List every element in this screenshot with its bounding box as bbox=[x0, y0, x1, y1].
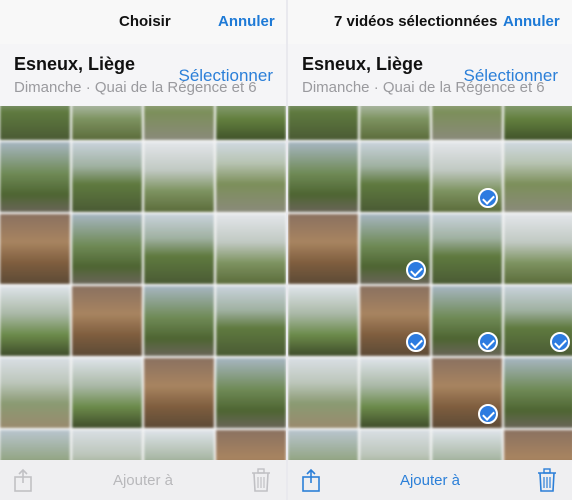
video-thumbnail[interactable] bbox=[504, 430, 572, 460]
video-thumbnail[interactable] bbox=[504, 358, 572, 428]
photo-picker-panel-left: Choisir Annuler Esneux, Liège Dimanche ·… bbox=[0, 0, 286, 500]
video-thumbnail[interactable] bbox=[288, 286, 358, 356]
thumbnail-grid bbox=[0, 106, 286, 460]
video-thumbnail[interactable] bbox=[216, 286, 286, 356]
checkmark-icon bbox=[550, 332, 570, 352]
nav-title: Choisir bbox=[119, 13, 171, 30]
navigation-bar: Choisir Annuler bbox=[0, 0, 286, 44]
selected-thumbnail-overlay bbox=[432, 358, 502, 428]
video-thumbnail[interactable] bbox=[504, 106, 572, 140]
video-thumbnail[interactable] bbox=[432, 214, 502, 284]
video-thumbnail[interactable] bbox=[72, 106, 142, 140]
video-thumbnail[interactable] bbox=[0, 430, 70, 460]
select-button[interactable]: Sélectionner bbox=[178, 66, 273, 86]
video-thumbnail[interactable] bbox=[72, 214, 142, 284]
video-thumbnail[interactable] bbox=[0, 214, 70, 284]
selected-thumbnail-overlay bbox=[432, 286, 502, 356]
checkmark-icon bbox=[478, 404, 498, 424]
video-thumbnail[interactable] bbox=[288, 142, 358, 212]
video-thumbnail[interactable] bbox=[288, 214, 358, 284]
video-thumbnail[interactable] bbox=[72, 286, 142, 356]
video-thumbnail[interactable] bbox=[288, 358, 358, 428]
video-thumbnail[interactable] bbox=[72, 142, 142, 212]
cancel-button[interactable]: Annuler bbox=[503, 13, 560, 30]
selected-thumbnail-overlay bbox=[432, 142, 502, 212]
video-thumbnail[interactable] bbox=[144, 430, 214, 460]
add-to-button[interactable]: Ajouter à bbox=[288, 472, 572, 489]
video-thumbnail[interactable] bbox=[288, 106, 358, 140]
selected-thumbnail-overlay bbox=[360, 214, 430, 284]
video-thumbnail[interactable] bbox=[288, 430, 358, 460]
moment-header: Esneux, Liège Dimanche · Quai de la Rége… bbox=[0, 44, 286, 106]
video-thumbnail[interactable] bbox=[216, 430, 286, 460]
video-thumbnail[interactable] bbox=[432, 430, 502, 460]
video-thumbnail[interactable] bbox=[72, 430, 142, 460]
location-title: Esneux, Liège bbox=[14, 54, 136, 74]
moment-header: Esneux, Liège Dimanche · Quai de la Rége… bbox=[288, 44, 572, 106]
video-thumbnail[interactable] bbox=[216, 142, 286, 212]
trash-icon[interactable] bbox=[536, 467, 558, 493]
navigation-bar: 7 vidéos sélectionnées Annuler bbox=[288, 0, 572, 44]
thumbnail-grid bbox=[288, 106, 572, 460]
video-thumbnail[interactable] bbox=[0, 142, 70, 212]
video-thumbnail[interactable] bbox=[144, 106, 214, 140]
video-thumbnail[interactable] bbox=[0, 106, 70, 140]
video-thumbnail[interactable] bbox=[144, 142, 214, 212]
video-thumbnail[interactable] bbox=[0, 286, 70, 356]
video-thumbnail[interactable] bbox=[144, 214, 214, 284]
select-button[interactable]: Sélectionner bbox=[463, 66, 558, 86]
video-thumbnail[interactable] bbox=[504, 214, 572, 284]
selected-thumbnail-overlay bbox=[360, 286, 430, 356]
video-thumbnail[interactable] bbox=[504, 142, 572, 212]
cancel-button[interactable]: Annuler bbox=[218, 13, 275, 30]
video-thumbnail[interactable] bbox=[0, 358, 70, 428]
video-thumbnail[interactable] bbox=[144, 286, 214, 356]
video-thumbnail[interactable] bbox=[72, 358, 142, 428]
add-to-button[interactable]: Ajouter à bbox=[0, 472, 286, 489]
video-thumbnail[interactable] bbox=[360, 430, 430, 460]
bottom-toolbar: Ajouter à bbox=[0, 460, 286, 500]
checkmark-icon bbox=[478, 332, 498, 352]
video-thumbnail[interactable] bbox=[144, 358, 214, 428]
video-thumbnail[interactable] bbox=[360, 142, 430, 212]
photo-picker-panel-right: 7 vidéos sélectionnées Annuler Esneux, L… bbox=[286, 0, 572, 500]
trash-icon[interactable] bbox=[250, 467, 272, 493]
video-thumbnail[interactable] bbox=[216, 106, 286, 140]
video-thumbnail[interactable] bbox=[216, 214, 286, 284]
selection-count-title: 7 vidéos sélectionnées bbox=[334, 13, 498, 30]
video-thumbnail[interactable] bbox=[432, 106, 502, 140]
checkmark-icon bbox=[478, 188, 498, 208]
video-thumbnail[interactable] bbox=[360, 106, 430, 140]
video-thumbnail[interactable] bbox=[360, 358, 430, 428]
video-thumbnail[interactable] bbox=[216, 358, 286, 428]
location-title: Esneux, Liège bbox=[302, 54, 424, 74]
bottom-toolbar: Ajouter à bbox=[288, 460, 572, 500]
checkmark-icon bbox=[406, 332, 426, 352]
selected-thumbnail-overlay bbox=[504, 286, 572, 356]
checkmark-icon bbox=[406, 260, 426, 280]
